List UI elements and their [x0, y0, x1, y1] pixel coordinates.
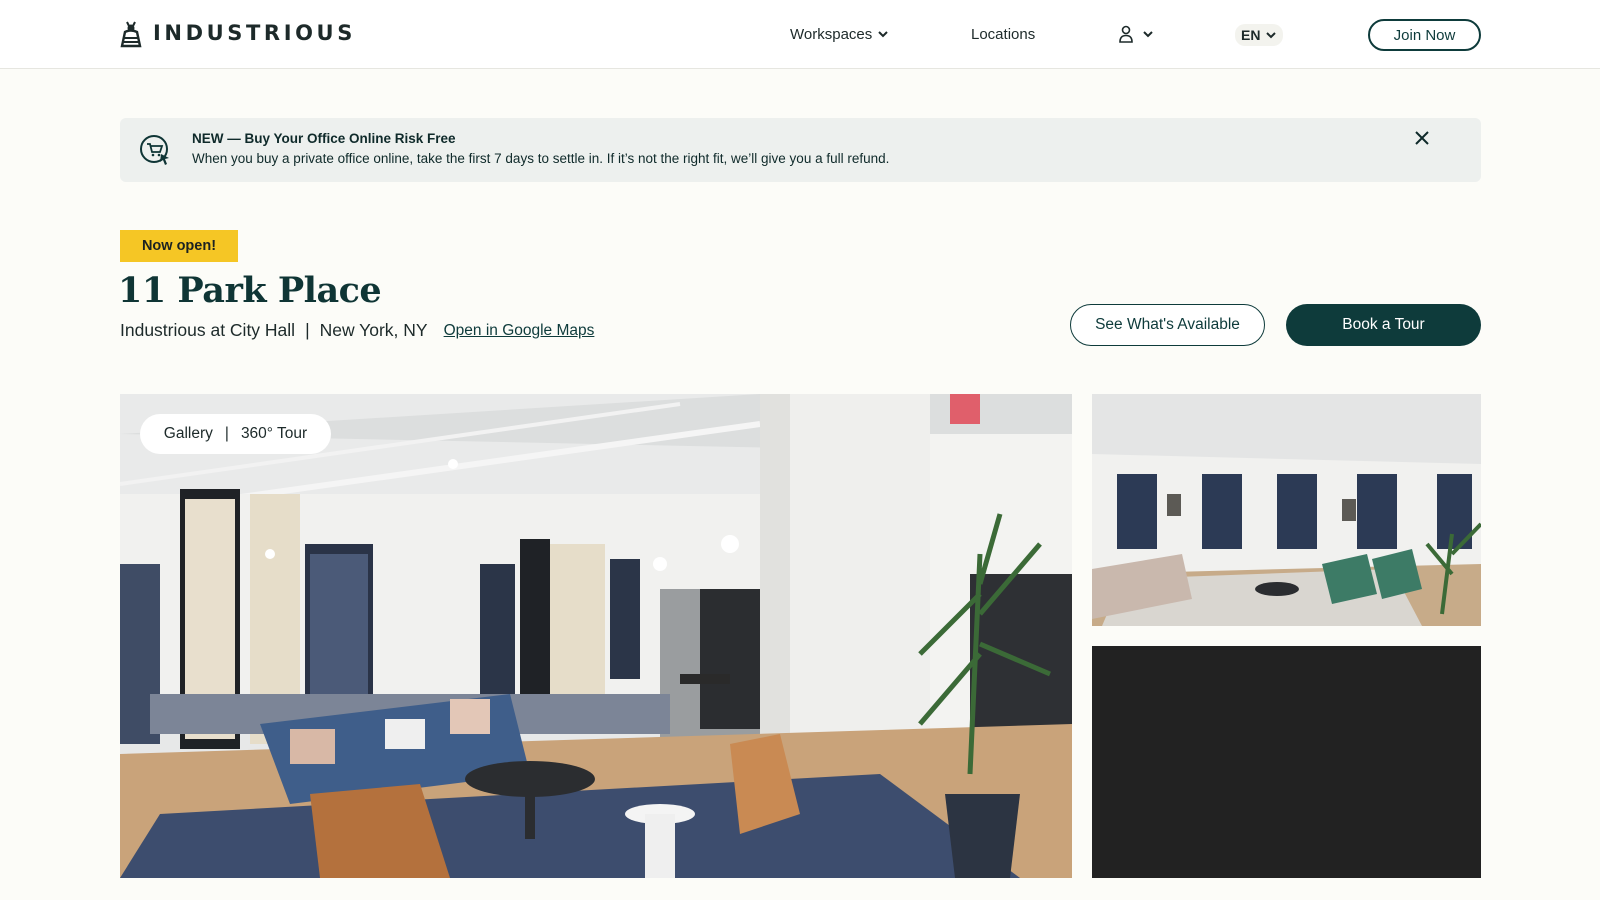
banner-title: NEW — Buy Your Office Online Risk Free [192, 131, 456, 146]
promo-banner: NEW — Buy Your Office Online Risk Free W… [120, 118, 1481, 182]
media-toggle: Gallery | 360° Tour [140, 414, 331, 454]
main-photo[interactable] [120, 394, 1072, 878]
brand-logo[interactable]: INDUSTRIOUS [119, 18, 356, 48]
language-select[interactable]: EN [1235, 24, 1284, 46]
status-badge: Now open! [120, 230, 238, 262]
location-name: Industrious at City Hall [120, 320, 296, 340]
site-header: INDUSTRIOUS Workspaces Locations EN Join… [0, 0, 1600, 69]
lounge-photo [120, 394, 1072, 878]
google-maps-link[interactable]: Open in Google Maps [444, 322, 595, 340]
side-photo-bottom[interactable] [1092, 646, 1481, 878]
media-separator: | [224, 425, 229, 442]
banner-text: When you buy a private office online, ta… [192, 151, 890, 166]
nav-workspaces[interactable]: Workspaces [790, 24, 889, 44]
chevron-down-icon [1266, 32, 1277, 39]
account-menu[interactable] [1118, 24, 1154, 44]
chevron-down-icon [1143, 31, 1153, 38]
open-lounge-photo [1092, 394, 1481, 626]
bee-logo-icon [120, 21, 142, 48]
shopping-cart-icon [140, 135, 169, 165]
nav-workspaces-label: Workspaces [790, 25, 873, 43]
nav-locations-label: Locations [971, 25, 1036, 43]
join-now-button[interactable]: Join Now [1368, 19, 1481, 51]
location-city: New York, NY [319, 320, 428, 340]
page-title: 11 Park Place [118, 270, 382, 311]
nav-locations[interactable]: Locations [971, 24, 1035, 44]
side-photo-top[interactable] [1092, 394, 1481, 626]
chevron-down-icon [878, 31, 888, 38]
see-available-button[interactable]: See What's Available [1070, 304, 1265, 346]
tour-360-tab[interactable]: 360° Tour [241, 425, 307, 443]
brand-name: INDUSTRIOUS [153, 21, 356, 45]
book-tour-button[interactable]: Book a Tour [1286, 304, 1481, 346]
user-icon [1119, 25, 1133, 43]
location-subtitle: Industrious at City Hall | New York, NY … [120, 320, 594, 341]
separator: | [305, 320, 310, 340]
language-label: EN [1241, 27, 1261, 43]
gallery-tab[interactable]: Gallery [164, 425, 213, 443]
close-icon[interactable] [1412, 128, 1432, 148]
